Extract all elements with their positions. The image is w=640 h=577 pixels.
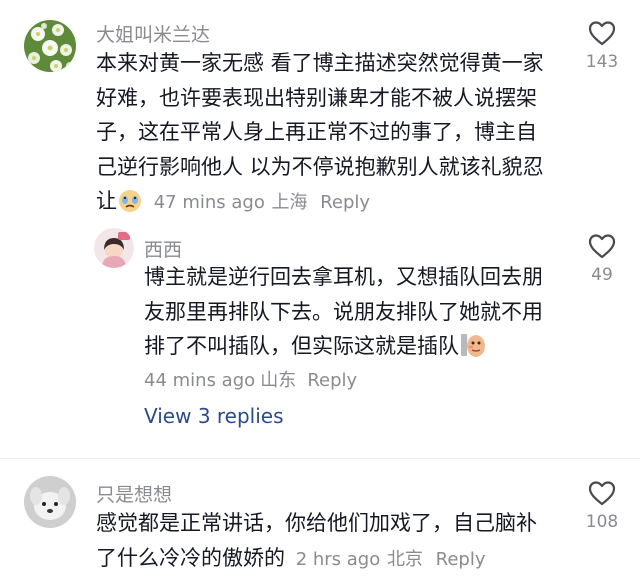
avatar[interactable] [94, 228, 134, 268]
divider [0, 458, 640, 459]
comment-line: 博主就是逆行回去拿耳机，又想插队回去朋 [144, 260, 564, 295]
avatar[interactable] [24, 20, 76, 72]
comment-meta: 44 mins ago 山东 Reply [144, 366, 357, 392]
heart-icon [588, 480, 616, 506]
reply-button[interactable]: Reply [436, 549, 486, 570]
comment-line: 友那里再排队下去。说朋友排队了她就不用 [144, 295, 564, 330]
comment-text: 感觉都是正常讲话，你给他们加戏了，自己脑补 了什么冷冷的傲娇的 2 hrs ag… [96, 506, 566, 577]
comment-last-line: 排了不叫插队，但实际这就是插队 [144, 329, 564, 370]
crying-emoji-icon [117, 188, 143, 225]
like-button[interactable]: 143 [572, 20, 632, 72]
comment-line: 己逆行影响他人 以为不停说抱歉别人就该礼貌忍 [96, 150, 566, 185]
like-count: 49 [572, 265, 632, 285]
comment-time: 2 hrs ago [296, 549, 381, 570]
comment-line: 本来对黄一家无感 看了博主描述突然觉得黄一家 [96, 46, 566, 81]
username[interactable]: 西西 [144, 235, 182, 262]
comment-line: 排了不叫插队，但实际这就是插队 [144, 334, 459, 358]
comment-last-line: 让 47 mins ago 上海 Reply [96, 184, 566, 225]
comment-line: 好难，也许要表现出特别谦卑才能不被人说摆架 [96, 81, 566, 116]
heart-icon [588, 20, 616, 46]
comment-location: 北京 [387, 549, 423, 570]
username[interactable]: 只是想想 [96, 480, 172, 507]
comment-text: 博主就是逆行回去拿耳机，又想插队回去朋 友那里再排队下去。说朋友排队了她就不用 … [144, 260, 564, 370]
like-button[interactable]: 108 [572, 480, 632, 532]
comment-line: 子，这在平常人身上再正常不过的事了，博主自 [96, 115, 566, 150]
comment-line: 感觉都是正常讲话，你给他们加戏了，自己脑补 [96, 506, 566, 541]
girl-avatar-icon [94, 228, 134, 268]
username[interactable]: 大姐叫米兰达 [96, 20, 210, 47]
comment-time: 47 mins ago [154, 192, 265, 213]
comment-line: 了什么冷冷的傲娇的 [96, 546, 285, 570]
heart-icon [588, 233, 616, 259]
reply-button[interactable]: Reply [307, 370, 357, 391]
comment-line: 让 [96, 189, 117, 213]
puppy-avatar-icon [24, 476, 76, 528]
like-count: 143 [572, 52, 632, 72]
reply-button[interactable]: Reply [320, 192, 370, 213]
flower-avatar-icon [24, 20, 76, 72]
avatar[interactable] [24, 476, 76, 528]
view-replies-button[interactable]: View 3 replies [144, 404, 284, 428]
comment-location: 山东 [260, 370, 296, 391]
comment-last-line: 了什么冷冷的傲娇的 2 hrs ago 北京 Reply [96, 541, 566, 577]
like-count: 108 [572, 512, 632, 532]
comment-time: 44 mins ago [144, 370, 255, 391]
like-button[interactable]: 49 [572, 233, 632, 285]
peeking-emoji-icon [459, 331, 487, 370]
comment-text: 本来对黄一家无感 看了博主描述突然觉得黄一家 好难，也许要表现出特别谦卑才能不被… [96, 46, 566, 225]
comment-location: 上海 [272, 192, 308, 213]
